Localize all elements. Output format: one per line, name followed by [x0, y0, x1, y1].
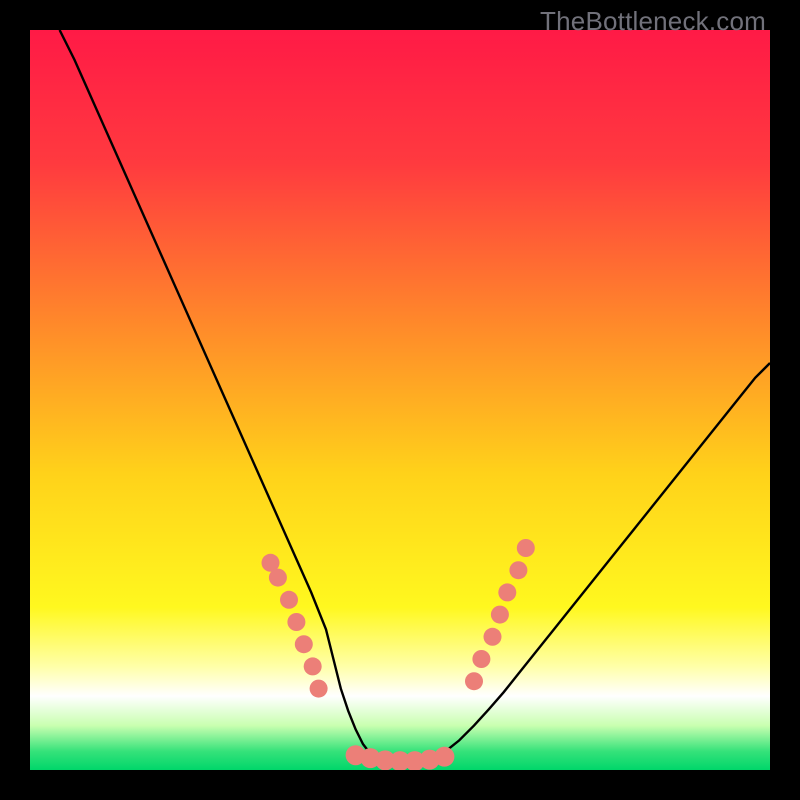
data-marker	[517, 539, 535, 557]
data-marker	[491, 606, 509, 624]
data-marker	[472, 650, 490, 668]
data-marker	[304, 657, 322, 675]
data-marker	[269, 569, 287, 587]
chart-outer-frame	[30, 30, 770, 770]
data-marker	[465, 672, 483, 690]
data-marker	[287, 613, 305, 631]
data-marker	[295, 635, 313, 653]
data-marker	[280, 591, 298, 609]
data-marker	[509, 561, 527, 579]
watermark-text: TheBottleneck.com	[540, 6, 766, 37]
data-marker	[498, 583, 516, 601]
data-marker	[484, 628, 502, 646]
gradient-background	[30, 30, 770, 770]
bottleneck-chart	[30, 30, 770, 770]
data-marker	[434, 747, 454, 767]
data-marker	[310, 680, 328, 698]
